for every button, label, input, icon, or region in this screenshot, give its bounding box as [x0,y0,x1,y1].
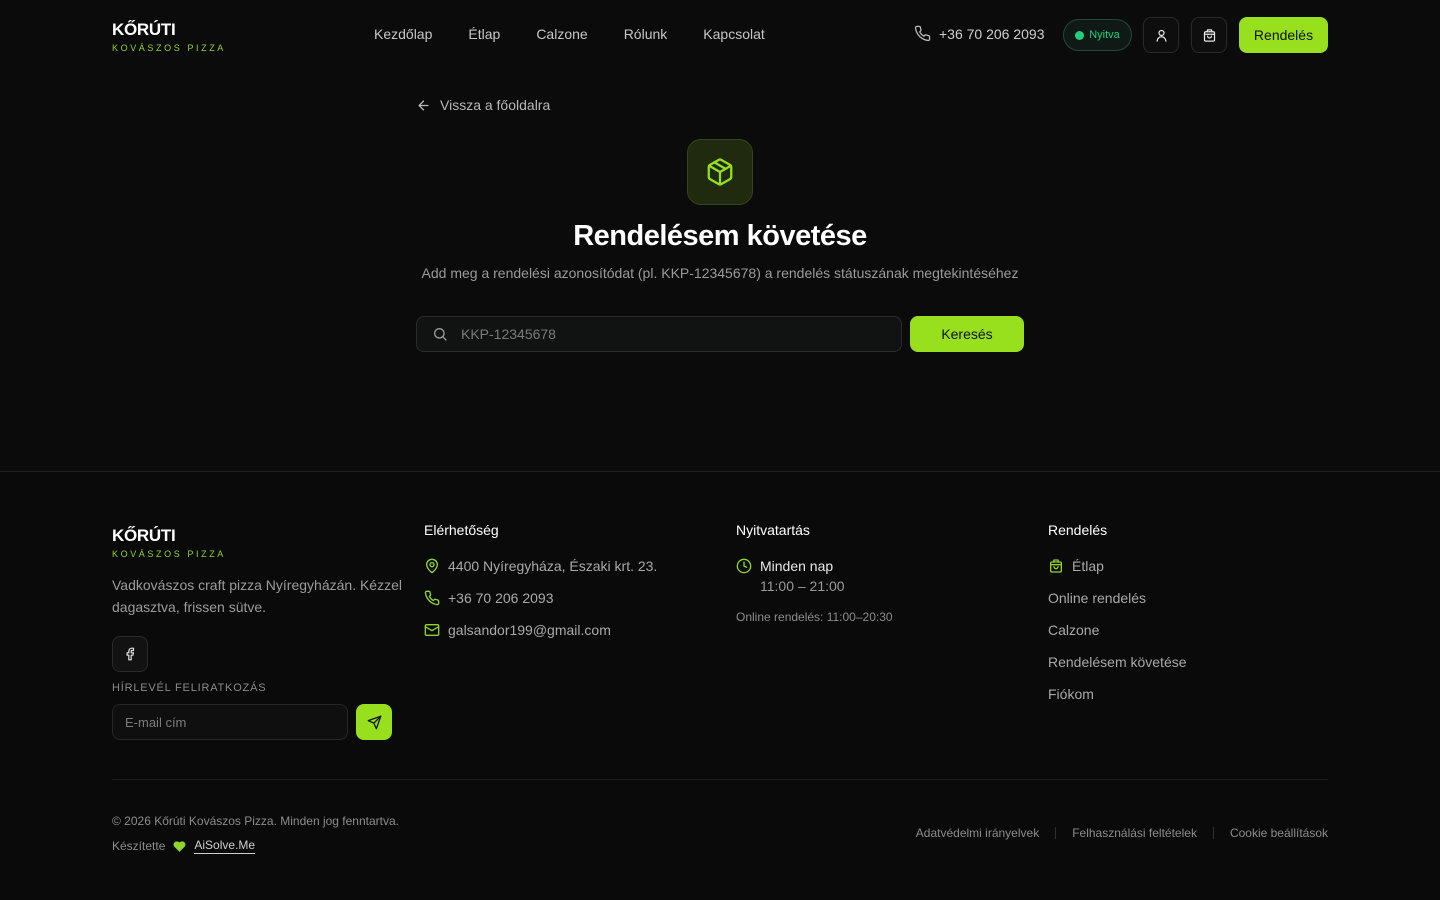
nav-item-menu[interactable]: Étlap [468,25,500,43]
newsletter-email-input[interactable] [112,704,348,740]
order-search-field [416,316,902,352]
status-dot-icon [1075,30,1085,40]
header-phone-number: +36 70 206 2093 [939,25,1045,42]
hours-time: 11:00 – 21:00 [760,578,845,594]
hours-days: Minden nap [760,558,834,574]
newsletter-label: HÍRLEVÉL FELIRATKOZÁS [112,682,267,694]
nav-item-contact[interactable]: Kapcsolat [703,25,764,43]
footer-phone[interactable]: +36 70 206 2093 [424,590,554,606]
opening-hours: Minden nap 11:00 – 21:00 [736,558,845,594]
clock-icon [736,558,752,594]
mail-icon [424,622,440,638]
send-icon [367,715,382,730]
copyright-text: © 2026 Kőrúti Kovászos Pizza. Minden jog… [112,814,399,828]
newsletter-submit-button[interactable] [356,704,392,740]
footer-divider [112,779,1328,780]
footer-email-text: galsandor199@gmail.com [448,622,611,638]
brand-logo[interactable]: KŐRÚTI KOVÁSZOS PIZZA [112,20,226,54]
facebook-link[interactable] [112,636,148,672]
footer-link-account[interactable]: Fiókom [1048,686,1094,702]
footer-link-order-tracking[interactable]: Rendelésem követése [1048,654,1187,670]
open-status-badge: Nyitva [1063,19,1132,51]
nav-item-home[interactable]: Kezdőlap [374,25,432,43]
facebook-icon [123,647,137,661]
search-button[interactable]: Keresés [910,316,1024,352]
cookie-settings-link[interactable]: Cookie beállítások [1230,826,1328,840]
back-to-home-link[interactable]: Vissza a főoldalra [416,97,550,113]
made-by: Készítette AiSolve.Me [112,838,256,854]
privacy-policy-link[interactable]: Adatvédelmi irányelvek [916,826,1039,840]
order-column-title: Rendelés [1048,522,1108,538]
footer-email[interactable]: galsandor199@gmail.com [424,622,611,638]
footer-brand-name: KŐRÚTI [112,526,176,545]
status-text: Nyitva [1089,29,1120,41]
phone-icon [914,25,931,42]
main-nav: Kezdőlap Étlap Calzone Rólunk Kapcsolat [374,25,801,43]
package-icon-tile [687,139,753,205]
contact-column-title: Elérhetőség [424,522,499,538]
footer-brand[interactable]: KŐRÚTI KOVÁSZOS PIZZA [112,526,226,560]
arrow-left-icon [416,98,431,113]
site-header: KŐRÚTI KOVÁSZOS PIZZA Kezdőlap Étlap Cal… [0,0,1440,70]
terms-link[interactable]: Felhasználási feltételek [1072,826,1197,840]
brand-subtitle: KOVÁSZOS PIZZA [112,43,226,53]
footer-brand-subtitle: KOVÁSZOS PIZZA [112,549,226,559]
made-by-label: Készítette [112,839,166,853]
footer-link-menu-label: Étlap [1072,558,1104,574]
made-by-link[interactable]: AiSolve.Me [194,838,256,854]
nav-item-calzone[interactable]: Calzone [536,25,587,43]
header-phone-link[interactable]: +36 70 206 2093 [914,25,1045,42]
footer-address-text: 4400 Nyíregyháza, Északi krt. 23. [448,558,658,574]
online-order-hours: Online rendelés: 11:00–20:30 [736,610,893,624]
package-icon [705,157,735,187]
user-icon [1154,28,1169,43]
footer-link-calzone[interactable]: Calzone [1048,622,1099,638]
page-subtitle: Add meg a rendelési azonosítódat (pl. KK… [421,265,1019,281]
map-pin-icon [424,558,440,574]
shopping-bag-icon [1048,558,1064,574]
legal-divider [1212,827,1214,839]
order-button[interactable]: Rendelés [1239,17,1328,53]
legal-links: Adatvédelmi irányelvek Felhasználási fel… [916,826,1328,840]
footer-address[interactable]: 4400 Nyíregyháza, Északi krt. 23. [424,558,657,574]
shopping-bag-icon [1202,28,1217,43]
footer-phone-text: +36 70 206 2093 [448,590,554,606]
site-footer: KŐRÚTI KOVÁSZOS PIZZA Vadkovászos craft … [0,471,1440,900]
hours-column-title: Nyitvatartás [736,522,810,538]
account-button[interactable] [1143,17,1179,53]
cart-button[interactable] [1191,17,1227,53]
nav-item-about[interactable]: Rólunk [624,25,668,43]
phone-icon [424,590,440,606]
search-icon [432,326,448,342]
heart-icon [173,840,186,853]
footer-description: Vadkovászos craft pizza Nyíregyházán. Ké… [112,577,402,615]
footer-link-menu[interactable]: Étlap [1048,558,1104,574]
brand-name: KŐRÚTI [112,20,176,39]
legal-divider [1055,827,1057,839]
footer-link-online-order[interactable]: Online rendelés [1048,590,1146,606]
order-id-input[interactable] [461,326,881,342]
back-link-label: Vissza a főoldalra [440,97,551,113]
page-title: Rendelésem követése [573,220,867,252]
